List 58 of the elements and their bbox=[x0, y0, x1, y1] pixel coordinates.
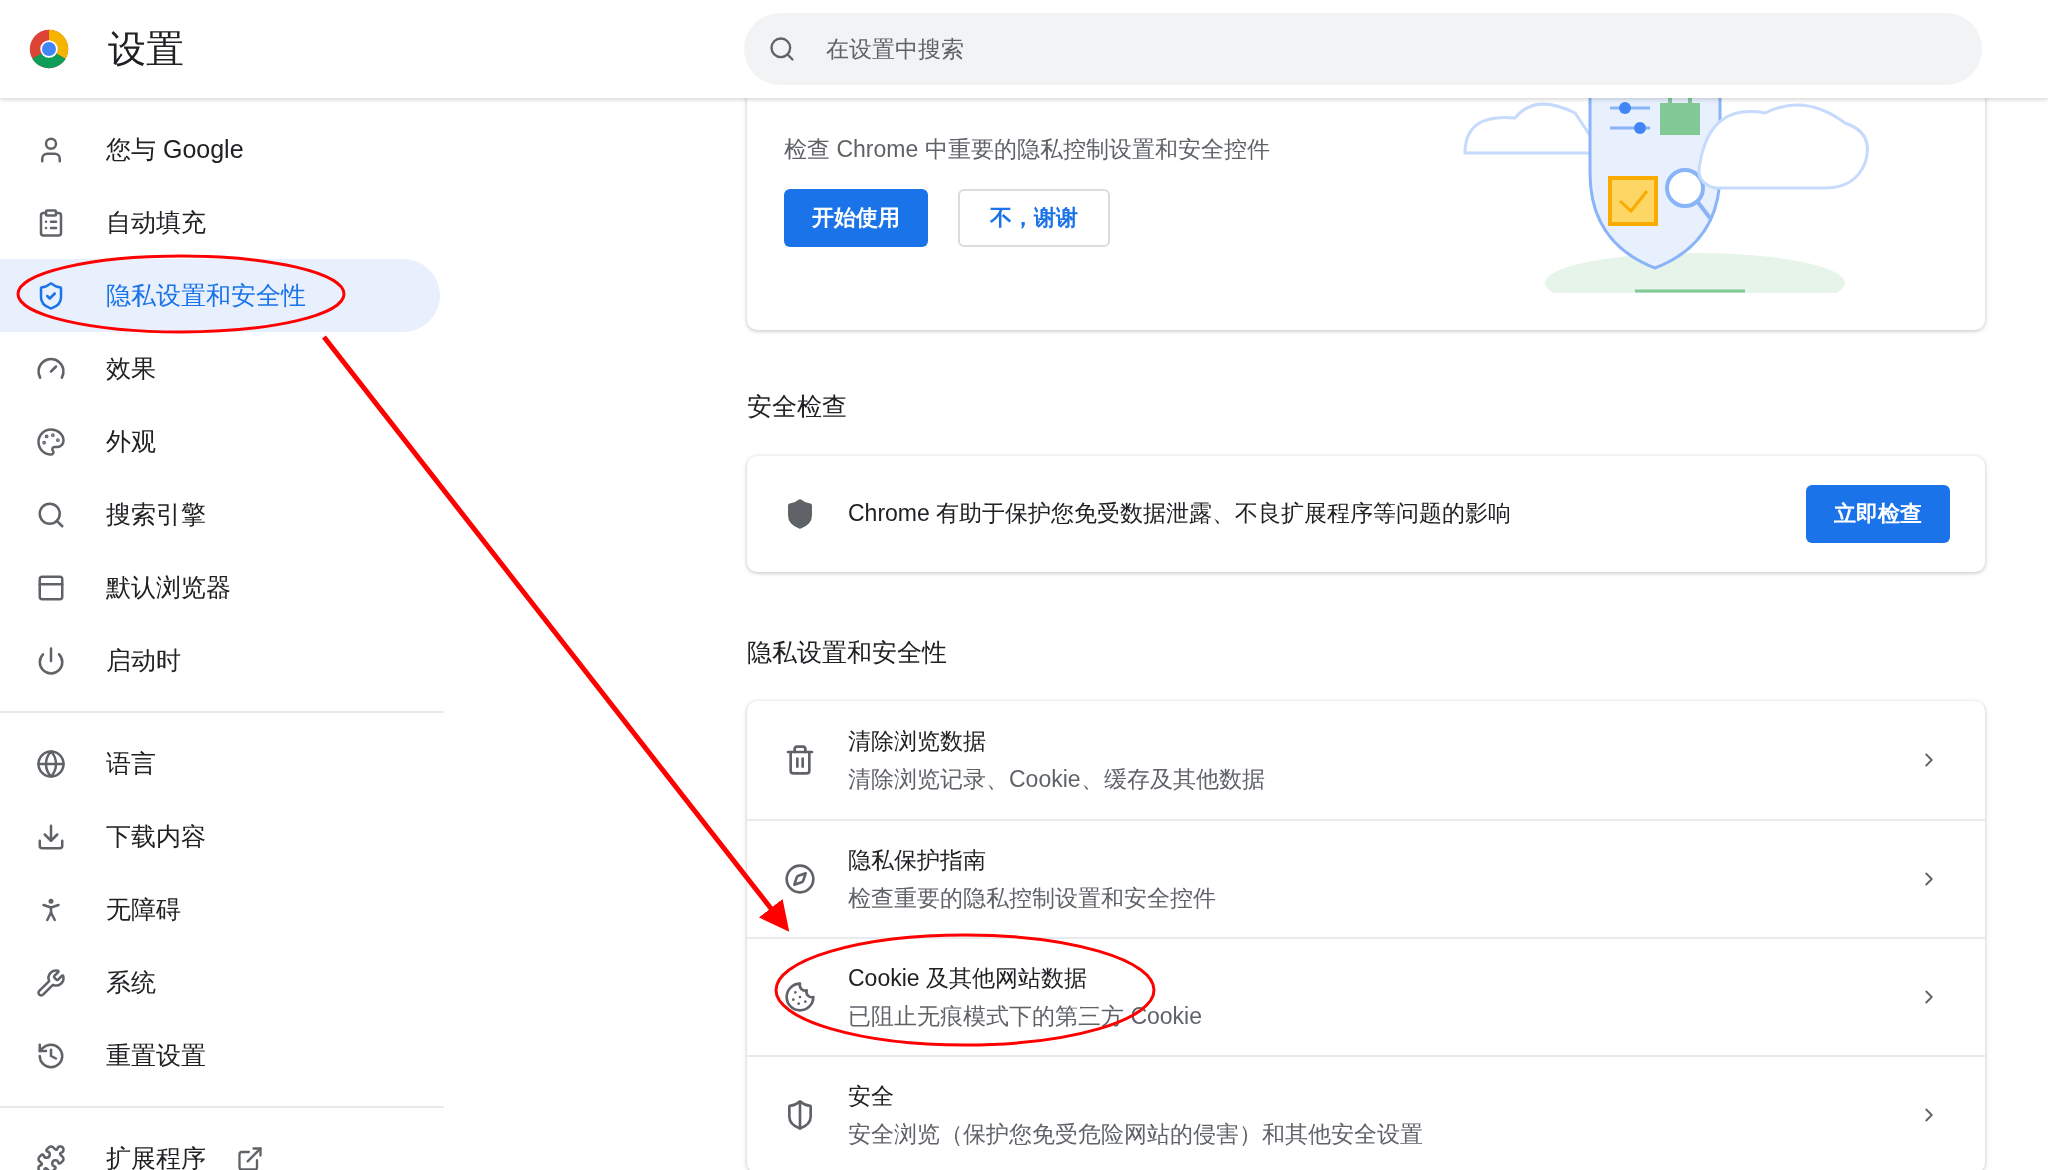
row-title: 安全 bbox=[848, 1081, 895, 1111]
check-now-button[interactable]: 立即检查 bbox=[1806, 484, 1950, 543]
decline-button[interactable]: 不，谢谢 bbox=[958, 188, 1110, 247]
palette-icon bbox=[36, 426, 66, 457]
sidebar-item[interactable]: 启动时 bbox=[0, 624, 440, 697]
puzzle-icon bbox=[36, 1143, 66, 1170]
row-subtitle: 清除浏览记录、Cookie、缓存及其他数据 bbox=[848, 765, 1266, 794]
chrome-logo-icon bbox=[28, 28, 70, 70]
card-description: 检查 Chrome 中重要的隐私控制设置和安全控件 bbox=[784, 135, 1271, 164]
sidebar-label: 启动时 bbox=[106, 644, 181, 676]
sidebar-label: 下载内容 bbox=[106, 820, 206, 852]
sidebar-label: 外观 bbox=[106, 425, 156, 457]
search-field[interactable]: 在设置中搜索 bbox=[744, 13, 1982, 85]
sidebar-item[interactable]: 效果 bbox=[0, 332, 440, 405]
sidebar-label: 您与 Google bbox=[106, 133, 244, 165]
sidebar-item[interactable]: 搜索引擎 bbox=[0, 478, 440, 551]
compass-icon bbox=[784, 863, 816, 895]
sidebar-item[interactable]: 语言 bbox=[0, 727, 440, 800]
row-subtitle: 安全浏览（保护您免受危险网站的侵害）和其他安全设置 bbox=[848, 1120, 1424, 1149]
wrench-icon bbox=[36, 967, 66, 998]
sidebar-item[interactable]: 扩展程序 bbox=[0, 1122, 440, 1170]
sidebar-item[interactable]: 系统 bbox=[0, 946, 440, 1019]
sidebar-label: 默认浏览器 bbox=[106, 571, 231, 603]
start-button[interactable]: 开始使用 bbox=[784, 188, 928, 247]
page-title: 设置 bbox=[108, 26, 184, 72]
sidebar-item[interactable]: 您与 Google bbox=[0, 113, 440, 186]
row-title: Cookie 及其他网站数据 bbox=[848, 963, 1088, 993]
external-link-icon bbox=[236, 1144, 264, 1170]
section-heading: 安全检查 bbox=[747, 391, 848, 422]
trash-icon bbox=[784, 744, 816, 776]
sidebar-item[interactable]: 默认浏览器 bbox=[0, 551, 440, 624]
row-title: 清除浏览数据 bbox=[848, 726, 987, 756]
sidebar-item[interactable]: 外观 bbox=[0, 405, 440, 478]
sidebar-label: 语言 bbox=[106, 747, 156, 779]
settings-row[interactable]: 隐私保护指南 检查重要的隐私控制设置和安全控件 bbox=[747, 819, 1985, 937]
sidebar-label: 自动填充 bbox=[106, 206, 206, 238]
sidebar-label: 效果 bbox=[106, 352, 156, 384]
search-icon bbox=[768, 35, 796, 63]
section-heading: 隐私设置和安全性 bbox=[747, 636, 948, 668]
sidebar-label: 搜索引擎 bbox=[106, 498, 206, 530]
sidebar-item[interactable]: 无障碍 bbox=[0, 873, 440, 946]
globe-icon bbox=[36, 748, 66, 779]
cookie-icon bbox=[784, 981, 816, 1013]
sidebar-item[interactable]: 重置设置 bbox=[0, 1019, 440, 1092]
power-icon bbox=[36, 645, 66, 676]
row-title: 隐私保护指南 bbox=[848, 845, 987, 875]
sidebar-item[interactable]: 自动填充 bbox=[0, 186, 440, 259]
settings-row[interactable]: 安全 安全浏览（保护您免受危险网站的侵害）和其他安全设置 bbox=[747, 1055, 1985, 1170]
row-subtitle: 检查重要的隐私控制设置和安全控件 bbox=[848, 884, 1217, 913]
sidebar-label: 隐私设置和安全性 bbox=[106, 279, 306, 311]
safety-check-text: Chrome 有助于保护您免受数据泄露、不良扩展程序等问题的影响 bbox=[848, 499, 1513, 529]
sidebar-label: 扩展程序 bbox=[106, 1142, 206, 1170]
sidebar-item[interactable]: 隐私设置和安全性 bbox=[0, 259, 440, 332]
sidebar-label: 系统 bbox=[106, 966, 156, 998]
sidebar-item[interactable]: 下载内容 bbox=[0, 800, 440, 873]
settings-row[interactable]: 清除浏览数据 清除浏览记录、Cookie、缓存及其他数据 bbox=[747, 701, 1985, 819]
sidebar-label: 重置设置 bbox=[106, 1039, 206, 1071]
sidebar-label: 无障碍 bbox=[106, 893, 181, 925]
